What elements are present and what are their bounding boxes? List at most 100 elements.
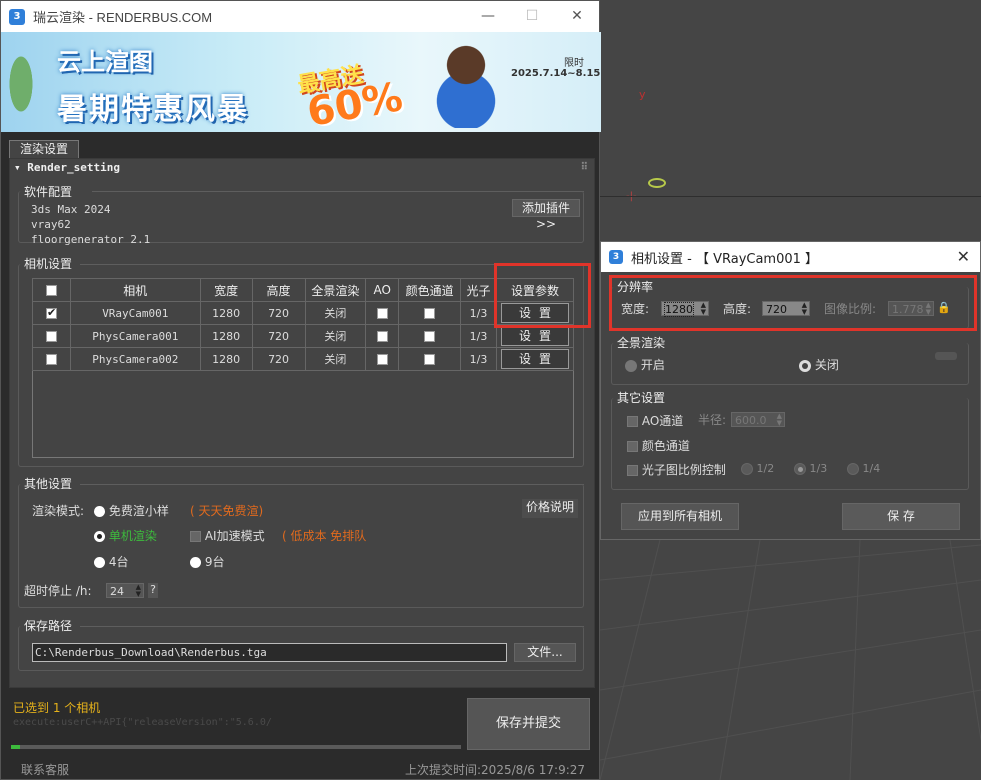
- table-row[interactable]: PhysCamera001 1280 720 关闭 1/3 设置: [32, 324, 575, 348]
- timeout-label: 超时停止 /h:: [24, 584, 92, 598]
- add-plugin-button[interactable]: 添加插件>>: [512, 199, 580, 231]
- table-row[interactable]: VRayCam001 1280 720 关闭 1/3 设置: [32, 301, 575, 325]
- ai-accel-checkbox[interactable]: [190, 531, 201, 542]
- radio-free[interactable]: [94, 506, 105, 517]
- column-header: 相机: [69, 278, 201, 302]
- photon-option-label: 1/4: [862, 462, 881, 475]
- color-channel-checkbox[interactable]: [424, 331, 436, 342]
- camera-photon: 1/3: [460, 301, 497, 325]
- camera-panorama: 关闭: [304, 347, 367, 371]
- radio-panorama-off[interactable]: [799, 359, 811, 372]
- camera-checkbox[interactable]: [45, 354, 57, 365]
- collapse-icon[interactable]: ▾: [14, 161, 21, 174]
- camera-settings-button[interactable]: 设置: [500, 349, 569, 369]
- ao-checkbox[interactable]: [376, 354, 388, 365]
- four-machines-option[interactable]: 4台: [94, 553, 128, 570]
- camera-checkbox[interactable]: [45, 306, 57, 319]
- file-browse-button[interactable]: 文件...: [514, 643, 576, 662]
- banner-subheadline: 暑期特惠风暴: [57, 92, 249, 127]
- title-bar[interactable]: 3 瑞云渲染 - RENDERBUS.COM — ☐ ✕: [1, 1, 599, 32]
- panorama-toggle[interactable]: [935, 352, 957, 360]
- mascot-illustration: [431, 38, 501, 128]
- rollout-header[interactable]: ▾ Render_setting ⠿: [10, 159, 594, 177]
- camera-photon: 1/3: [460, 347, 497, 371]
- photon-option-quarter[interactable]: 1/4: [847, 462, 880, 475]
- column-header: 全景渲染: [304, 278, 367, 302]
- progress-bar: [11, 745, 461, 749]
- color-channel-checkbox[interactable]: [424, 308, 436, 319]
- apply-all-cameras-button[interactable]: 应用到所有相机: [621, 503, 739, 530]
- photon-control-option[interactable]: 光子图比例控制: [627, 461, 726, 478]
- table-row[interactable]: PhysCamera002 1280 720 关闭 1/3 设置: [32, 347, 575, 371]
- photon-option-half[interactable]: 1/2: [741, 462, 774, 475]
- help-button[interactable]: ?: [148, 583, 158, 598]
- price-info-button[interactable]: 价格说明: [522, 499, 578, 518]
- ao-channel-checkbox[interactable]: [627, 416, 638, 427]
- camera-settings-button[interactable]: 设置: [500, 326, 569, 346]
- camera-checkbox[interactable]: [45, 331, 57, 342]
- panorama-on-label: 开启: [640, 358, 665, 372]
- contact-support-link[interactable]: 联系客服: [21, 761, 69, 778]
- single-render-option[interactable]: 单机渲染: [94, 527, 157, 544]
- axis-label-y: y: [639, 88, 646, 101]
- radio-single[interactable]: [94, 531, 105, 542]
- renderbus-window: 3 瑞云渲染 - RENDERBUS.COM — ☐ ✕ 云上渲图 暑期特惠风暴…: [0, 0, 601, 780]
- radio-photon-quarter[interactable]: [847, 463, 859, 475]
- ai-accel-option[interactable]: AI加速模式: [190, 527, 265, 544]
- color-channel-checkbox[interactable]: [627, 441, 638, 452]
- photon-control-label: 光子图比例控制: [641, 463, 726, 477]
- app-logo-icon: 3: [9, 8, 25, 25]
- last-submit-time: 上次提交时间:2025/8/6 17:9:27: [405, 763, 586, 777]
- camera-panorama: 关闭: [304, 324, 367, 348]
- color-channel-option[interactable]: 颜色通道: [627, 437, 690, 454]
- ao-channel-option[interactable]: AO通道: [627, 412, 683, 429]
- banner-limit-label: 限时: [564, 58, 584, 69]
- ao-checkbox[interactable]: [376, 308, 388, 319]
- minimize-button[interactable]: —: [465, 1, 511, 32]
- radio-nine[interactable]: [190, 557, 201, 568]
- drag-handle-icon[interactable]: ⠿: [581, 159, 588, 177]
- maximize-button[interactable]: ☐: [509, 1, 555, 32]
- column-header: 高度: [251, 278, 306, 302]
- save-submit-button[interactable]: 保存并提交: [467, 698, 590, 750]
- ai-accel-note: ( 低成本 免排队: [282, 529, 367, 543]
- photon-option-third[interactable]: 1/3: [794, 462, 827, 475]
- dialog-close-button[interactable]: ✕: [957, 247, 970, 266]
- promo-banner[interactable]: 云上渲图 暑期特惠风暴 最高送 60% 限时 2025.7.14~8.15: [1, 32, 601, 132]
- camera-panorama: 关闭: [304, 301, 367, 325]
- banner-date-range: 2025.7.14~8.15: [511, 68, 601, 79]
- camera-photon: 1/3: [460, 324, 497, 348]
- camera-name: PhysCamera001: [69, 324, 201, 348]
- spinner-arrows-icon[interactable]: ▲ ▼: [136, 584, 141, 598]
- save-path-input[interactable]: C:\Renderbus_Download\Renderbus.tga: [32, 643, 507, 662]
- photon-option-label: 1/2: [756, 462, 775, 475]
- status-text: 已选到 1 个相机: [13, 701, 101, 715]
- free-preview-note: ( 天天免费渲): [190, 504, 264, 518]
- select-all-checkbox[interactable]: [45, 285, 57, 296]
- ao-checkbox[interactable]: [376, 331, 388, 342]
- spinner-arrows-icon: ▲ ▼: [776, 412, 782, 427]
- radio-panorama-on[interactable]: [625, 359, 637, 372]
- photon-control-checkbox[interactable]: [627, 465, 638, 476]
- radio-photon-half[interactable]: [741, 463, 753, 475]
- software-item: floorgenerator 2.1: [31, 233, 151, 246]
- dialog-save-button[interactable]: 保 存: [842, 503, 960, 530]
- plant-illustration: [1, 52, 41, 132]
- close-button[interactable]: ✕: [554, 1, 600, 32]
- radio-photon-third[interactable]: [794, 463, 806, 475]
- tab-render-settings[interactable]: 渲染设置: [9, 140, 79, 158]
- panorama-off-option[interactable]: 关闭: [799, 356, 839, 373]
- nine-machines-option[interactable]: 9台: [190, 553, 224, 570]
- radio-four[interactable]: [94, 557, 105, 568]
- scene-object[interactable]: [648, 178, 666, 188]
- dialog-title-bar[interactable]: 3 相机设置 - 【 VRayCam001 】 ✕: [601, 242, 980, 272]
- panorama-on-option[interactable]: 开启: [625, 356, 665, 373]
- camera-table-frame: 相机 宽度 高度 全景渲染 AO 颜色通道 光子 设置参数 VRayCam001…: [32, 278, 575, 458]
- camera-name: PhysCamera002: [69, 347, 201, 371]
- timeout-spinner[interactable]: 24 ▲ ▼: [106, 583, 144, 598]
- free-preview-option[interactable]: 免费渲小样: [94, 502, 169, 519]
- color-channel-checkbox[interactable]: [424, 354, 436, 365]
- radius-spinner: 600.0 ▲ ▼: [731, 412, 785, 427]
- ao-channel-label: AO通道: [641, 414, 684, 428]
- camera-table: 相机 宽度 高度 全景渲染 AO 颜色通道 光子 设置参数 VRayCam001…: [32, 278, 575, 371]
